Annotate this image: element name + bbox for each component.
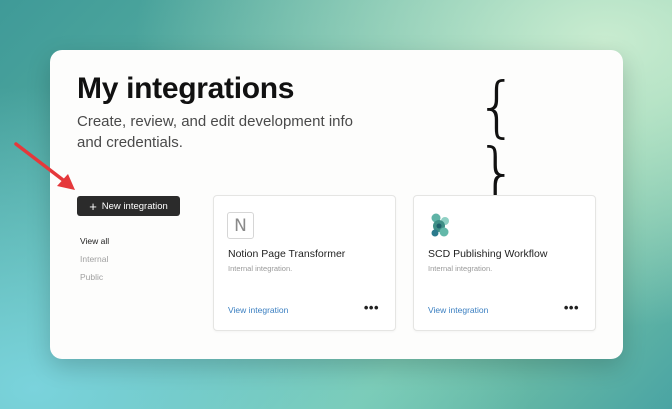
integration-card-scd-publishing-workflow[interactable]: SCD Publishing Workflow Internal integra… [413,195,596,331]
filter-view-all[interactable]: View all [80,232,109,250]
integration-card-notion-page-transformer[interactable]: N Notion Page Transformer Internal integ… [213,195,396,331]
more-options-icon[interactable]: ••• [564,300,579,315]
red-arrow-icon [14,142,75,190]
new-integration-button[interactable]: + New integration [77,196,180,216]
filter-public[interactable]: Public [80,268,109,286]
view-integration-link[interactable]: View integration [228,305,288,315]
card-title: Notion Page Transformer [228,248,346,260]
integrations-panel: My integrations Create, review, and edit… [50,50,623,359]
scd-logo-icon [427,212,454,239]
plus-icon: + [89,198,97,214]
card-title: SCD Publishing Workflow [428,248,548,260]
more-options-icon[interactable]: ••• [364,300,379,315]
curly-braces-icon: { } [476,68,536,211]
page-title: My integrations [77,72,295,105]
card-subtitle: Internal integration. [228,264,293,273]
view-integration-link[interactable]: View integration [428,305,488,315]
new-integration-label: New integration [101,200,168,212]
filter-internal[interactable]: Internal [80,250,109,268]
filter-list: View all Internal Public [80,232,109,286]
page-description: Create, review, and edit development inf… [77,113,353,151]
card-subtitle: Internal integration. [428,264,493,273]
notion-logo-icon: N [227,212,254,239]
